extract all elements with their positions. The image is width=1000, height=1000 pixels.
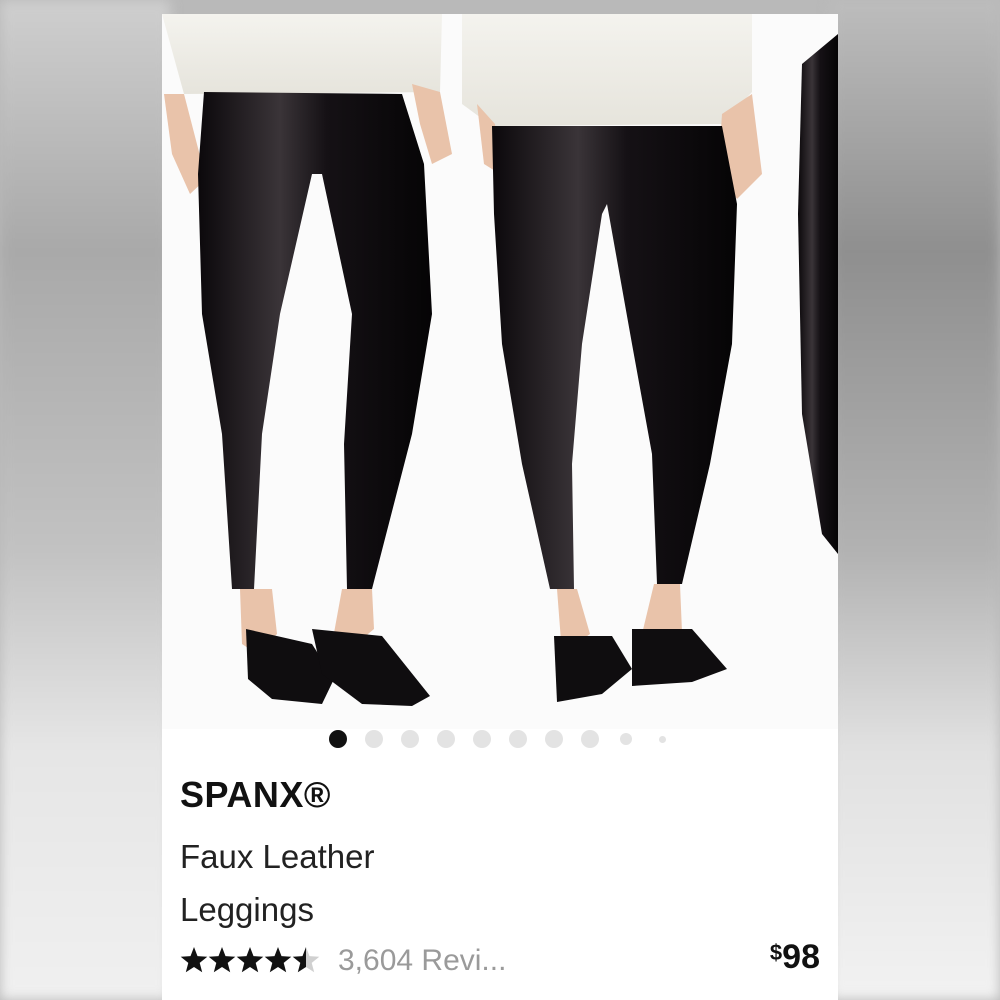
price-value: 98 — [782, 938, 820, 976]
blurred-background-right — [830, 0, 1000, 1000]
carousel-dot-3[interactable] — [401, 730, 419, 748]
half-star-icon — [292, 947, 320, 973]
carousel-dot-7[interactable] — [545, 730, 563, 748]
carousel-dot-5[interactable] — [473, 730, 491, 748]
carousel-dot-10[interactable] — [658, 735, 666, 743]
star-icon — [180, 947, 208, 973]
price-currency: $ — [769, 940, 783, 965]
review-count[interactable]: 3,604 Revi... — [338, 944, 506, 978]
blurred-background-left — [0, 0, 170, 1000]
product-title[interactable]: Faux Leather Leggings — [180, 830, 480, 936]
product-image[interactable] — [162, 14, 838, 729]
model-back-view — [462, 14, 762, 702]
carousel-dot-6[interactable] — [509, 730, 527, 748]
model-front-view — [162, 14, 452, 706]
product-card[interactable]: SPANX® Faux Leather Leggings 3,604 Revi.… — [162, 14, 838, 1000]
star-icon — [208, 947, 236, 973]
carousel-dot-2[interactable] — [365, 730, 383, 748]
rating-row[interactable]: 3,604 Revi... — [180, 944, 820, 984]
carousel-indicator[interactable] — [162, 729, 838, 749]
star-icon — [236, 947, 264, 973]
product-price: $98 — [770, 938, 820, 977]
model-side-view — [798, 34, 838, 554]
product-brand[interactable]: SPANX® — [180, 774, 331, 816]
star-rating — [180, 946, 325, 980]
carousel-dot-8[interactable] — [581, 730, 599, 748]
star-icon — [264, 947, 292, 973]
carousel-dot-4[interactable] — [437, 730, 455, 748]
product-title-line-2: Leggings — [180, 891, 314, 928]
carousel-dot-9[interactable] — [620, 733, 632, 745]
carousel-dot-1[interactable] — [329, 730, 347, 748]
product-title-line-1: Faux Leather — [180, 838, 375, 875]
